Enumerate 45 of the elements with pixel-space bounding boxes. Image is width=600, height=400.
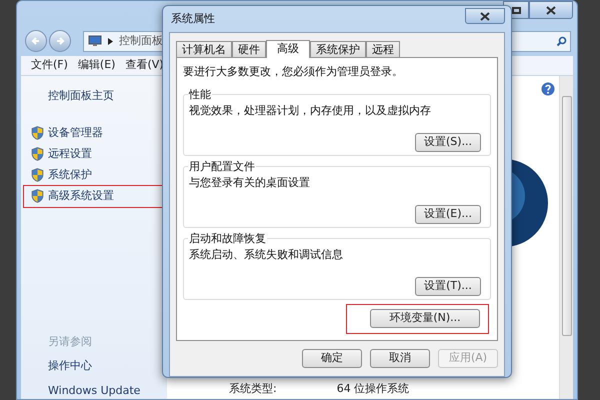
- dialog-title: 系统属性: [170, 10, 215, 27]
- dialog-close-button[interactable]: [465, 8, 505, 24]
- menu-item[interactable]: 编辑(E): [78, 57, 116, 74]
- scrollbar[interactable]: [559, 76, 573, 399]
- see-also-link[interactable]: Windows Update: [31, 382, 167, 399]
- help-icon[interactable]: [541, 82, 555, 96]
- sidebar-item[interactable]: 远程设置: [24, 144, 167, 164]
- breadcrumb-text[interactable]: 控制面板: [119, 32, 163, 50]
- system-type-label: 系统类型:: [229, 380, 277, 396]
- dialog-button[interactable]: 确定: [302, 349, 362, 368]
- shield-icon: [31, 147, 44, 161]
- sidebar-item[interactable]: 设备管理器: [24, 122, 167, 144]
- group-description: 与您登录有关的桌面设置: [189, 174, 311, 190]
- tab[interactable]: 系统保护: [310, 41, 366, 57]
- tab[interactable]: 计算机名: [176, 41, 232, 57]
- back-arrow-icon: [31, 36, 41, 46]
- dialog-button[interactable]: 取消: [370, 349, 430, 368]
- shield-icon: [31, 168, 44, 182]
- shield-icon: [31, 126, 44, 140]
- settings-button[interactable]: 设置(S)...: [415, 132, 481, 152]
- settings-button[interactable]: 设置(T)...: [415, 276, 481, 296]
- menu-item[interactable]: 文件(F): [31, 57, 68, 74]
- close-icon: [480, 12, 490, 20]
- forward-arrow-icon: [55, 36, 65, 46]
- close-button[interactable]: [529, 1, 573, 19]
- close-icon: [546, 6, 556, 14]
- group-description: 系统启动、系统失败和调试信息: [189, 246, 344, 262]
- search-field[interactable]: [511, 30, 571, 52]
- monitor-icon: [88, 35, 102, 47]
- tab[interactable]: 远程: [366, 41, 400, 57]
- tab[interactable]: 高级: [266, 40, 310, 58]
- system-type-value: 64 位操作系统: [336, 380, 410, 396]
- tab[interactable]: 硬件: [232, 41, 266, 57]
- admin-notice: 要进行大多数更改，您必须作为管理员登录。: [183, 64, 404, 80]
- back-button[interactable]: [25, 30, 47, 52]
- sidebar-item[interactable]: 系统保护: [24, 164, 167, 186]
- group-description: 视觉效果，处理器计划，内存使用，以及虚拟内存: [189, 102, 432, 118]
- forward-button[interactable]: [49, 30, 71, 52]
- see-also-heading: 另请参阅: [47, 334, 93, 350]
- sidebar-item[interactable]: 高级系统设置: [24, 186, 167, 206]
- environment-variables-button[interactable]: 环境变量(N)...: [370, 309, 480, 328]
- search-icon: [556, 36, 567, 46]
- breadcrumb-arrow-icon: [108, 38, 113, 44]
- settings-button[interactable]: 设置(E)...: [415, 204, 481, 224]
- shield-icon: [31, 189, 44, 203]
